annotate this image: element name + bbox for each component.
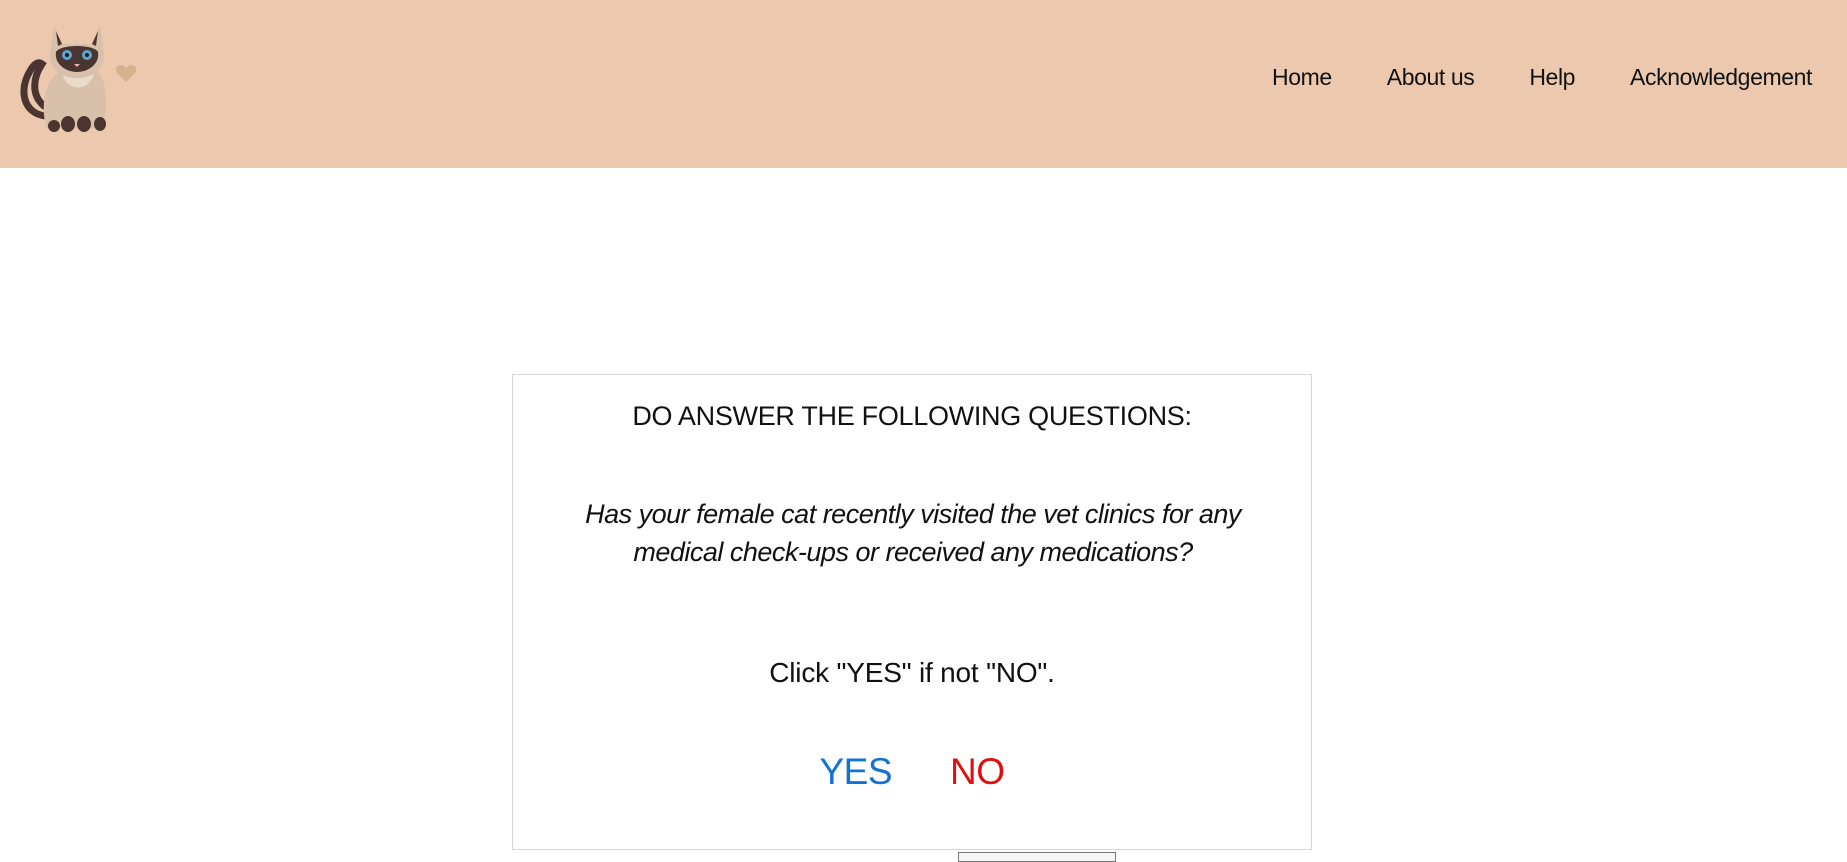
nav-home[interactable]: Home [1272,64,1332,91]
header-bar: Home About us Help Acknowledgement [0,0,1847,168]
partial-button-below-card[interactable] [958,852,1116,862]
instruction-text: Click "YES" if not "NO". [769,657,1055,688]
siamese-cat-with-heart-icon[interactable] [16,16,138,134]
answer-buttons: YES NO [513,751,1311,793]
main-nav: Home About us Help Acknowledgement [1272,64,1812,91]
question-card: DO ANSWER THE FOLLOWING QUESTIONS: Has y… [512,374,1312,850]
nav-help[interactable]: Help [1529,64,1575,91]
nav-acknowledgement[interactable]: Acknowledgement [1630,64,1812,91]
nav-about-us[interactable]: About us [1387,64,1475,91]
no-button[interactable]: NO [950,751,1005,793]
question-text: Has your female cat recently visited the… [585,499,1241,567]
card-title: DO ANSWER THE FOLLOWING QUESTIONS: [632,401,1192,431]
yes-button[interactable]: YES [819,751,892,793]
